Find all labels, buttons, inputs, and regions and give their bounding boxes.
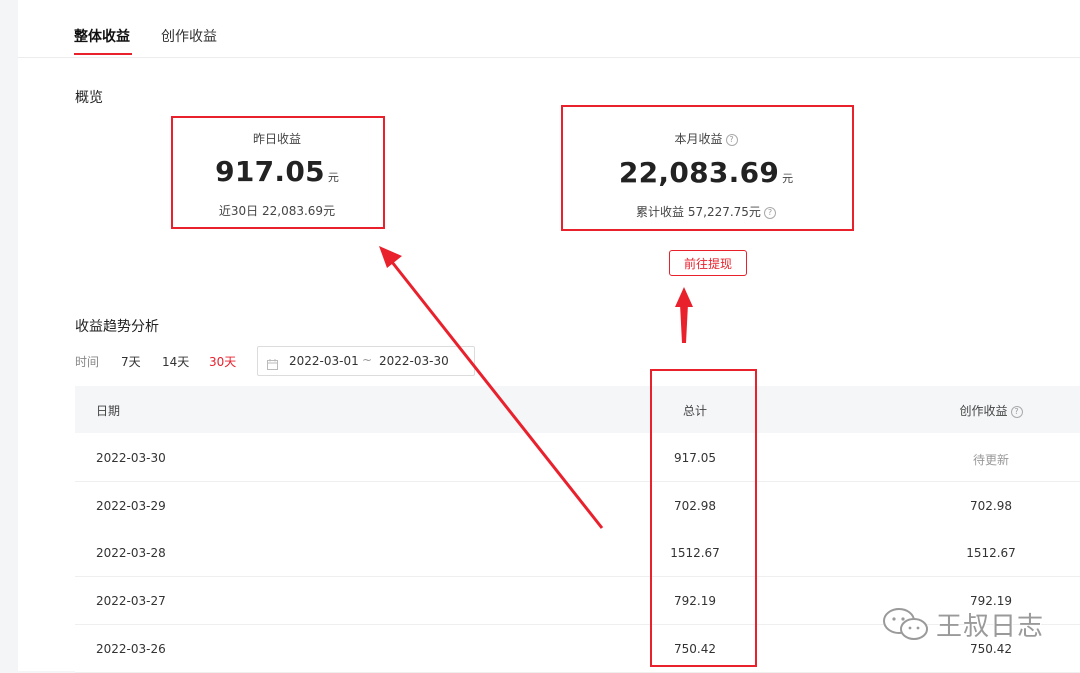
arrow-to-yesterday-card [379, 246, 604, 529]
annotation-arrows [379, 246, 693, 529]
watermark-text: 王叔日志 [936, 612, 1045, 642]
arrow-to-withdraw-button [675, 287, 693, 343]
watermark: 王叔日志 [878, 604, 1048, 644]
wechat-icon [883, 608, 928, 640]
